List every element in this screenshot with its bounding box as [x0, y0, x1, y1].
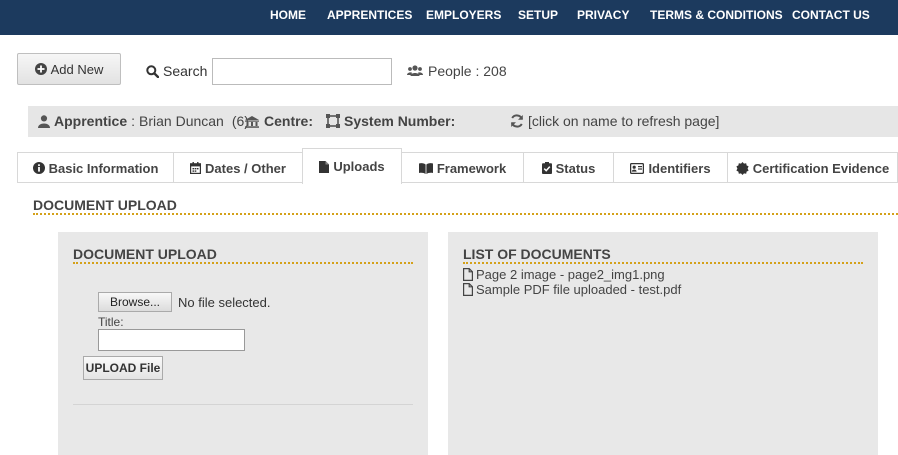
document-item[interactable]: Sample PDF file uploaded - test.pdf — [463, 282, 681, 297]
id-card-icon — [630, 162, 645, 174]
nav-contact-link[interactable]: CONTACT US — [792, 0, 870, 30]
documents-panel-divider — [463, 262, 863, 264]
tab-identifiers-label: Identifiers — [648, 160, 711, 176]
apprentice-info-bar: Apprentice : Brian Duncan (6) Centre: Sy… — [28, 106, 898, 137]
tab-certification-evidence[interactable]: Certification Evidence — [727, 152, 898, 183]
file-outline-icon — [463, 283, 473, 296]
search-label: Search : — [163, 63, 216, 79]
building-icon — [244, 115, 260, 128]
top-navigation-bar: HOME APPRENTICES EMPLOYERS SETUP PRIVACY… — [0, 0, 898, 35]
apprentice-separator: : — [131, 113, 136, 129]
document-item[interactable]: Page 2 image - page2_img1.png — [463, 267, 681, 282]
browse-button[interactable]: Browse... — [98, 292, 172, 312]
nav-terms-link[interactable]: TERMS & CONDITIONS — [650, 0, 783, 30]
tab-status-label: Status — [555, 160, 596, 176]
search-label-group: Search : — [146, 63, 215, 79]
object-group-icon — [326, 114, 340, 128]
centre-segment: Centre: — [244, 113, 313, 129]
clipboard-check-icon — [541, 162, 552, 174]
add-new-label: Add New — [50, 61, 104, 77]
document-name: Page 2 image - page2_img1.png — [476, 267, 665, 282]
title-field-label: Title: — [98, 315, 124, 329]
plus-circle-icon — [34, 63, 47, 75]
tab-uploads[interactable]: Uploads — [302, 148, 402, 184]
people-count-label: People : 208 — [428, 63, 507, 79]
info-circle-icon — [32, 162, 45, 174]
section-title: DOCUMENT UPLOAD — [33, 197, 177, 213]
tab-certification-evidence-label: Certification Evidence — [752, 160, 890, 176]
tab-identifiers[interactable]: Identifiers — [613, 152, 728, 183]
search-icon — [146, 64, 159, 78]
refresh-icon[interactable] — [510, 114, 524, 128]
badge-icon — [736, 161, 749, 175]
upload-file-button[interactable]: UPLOAD File — [83, 356, 163, 380]
refresh-segment: [click on name to refresh page] — [510, 113, 719, 129]
section-divider — [33, 213, 898, 215]
apprentice-name[interactable]: Brian Duncan — [139, 113, 224, 129]
users-icon — [407, 65, 423, 77]
title-field[interactable] — [98, 329, 245, 351]
upload-panel-separator — [73, 404, 413, 405]
nav-home-link[interactable]: HOME — [270, 0, 306, 30]
tab-framework-label: Framework — [436, 160, 507, 176]
apprentice-label: Apprentice — [54, 113, 128, 129]
calendar-icon — [190, 162, 202, 174]
file-icon — [319, 160, 330, 173]
tab-dates-other[interactable]: Dates / Other — [173, 152, 303, 183]
tab-framework[interactable]: Framework — [401, 152, 524, 183]
nav-apprentices-link[interactable]: APPRENTICES — [327, 0, 412, 30]
apprentice-segment: Apprentice : Brian Duncan (6) — [38, 113, 249, 129]
upload-panel-divider — [73, 262, 413, 264]
nav-setup-link[interactable]: SETUP — [518, 0, 558, 30]
user-icon — [38, 114, 50, 128]
tab-status[interactable]: Status — [523, 152, 614, 183]
documents-panel-title: LIST OF DOCUMENTS — [463, 246, 611, 262]
documents-panel — [448, 232, 878, 455]
tab-uploads-label: Uploads — [333, 159, 385, 174]
refresh-hint: [click on name to refresh page] — [528, 113, 720, 129]
book-icon — [418, 162, 433, 174]
upload-panel-title: DOCUMENT UPLOAD — [73, 246, 217, 262]
centre-label: Centre: — [264, 113, 314, 129]
file-outline-icon — [463, 268, 473, 281]
system-number-label: System Number: — [344, 113, 456, 129]
file-status-text: No file selected. — [178, 295, 271, 310]
tab-basic-information-label: Basic Information — [48, 160, 159, 176]
people-count: People : 208 — [407, 63, 507, 79]
system-number-segment: System Number: — [326, 113, 455, 129]
tab-dates-other-label: Dates / Other — [205, 160, 286, 176]
search-input[interactable] — [212, 58, 392, 85]
document-list: Page 2 image - page2_img1.png Sample PDF… — [463, 267, 681, 297]
nav-employers-link[interactable]: EMPLOYERS — [426, 0, 501, 30]
document-name: Sample PDF file uploaded - test.pdf — [476, 282, 682, 297]
nav-privacy-link[interactable]: PRIVACY — [577, 0, 629, 30]
tab-basic-information[interactable]: Basic Information — [17, 152, 174, 183]
tab-bar: Basic Information Dates / Other Uploads … — [17, 148, 898, 184]
add-new-button[interactable]: Add New — [17, 53, 121, 85]
